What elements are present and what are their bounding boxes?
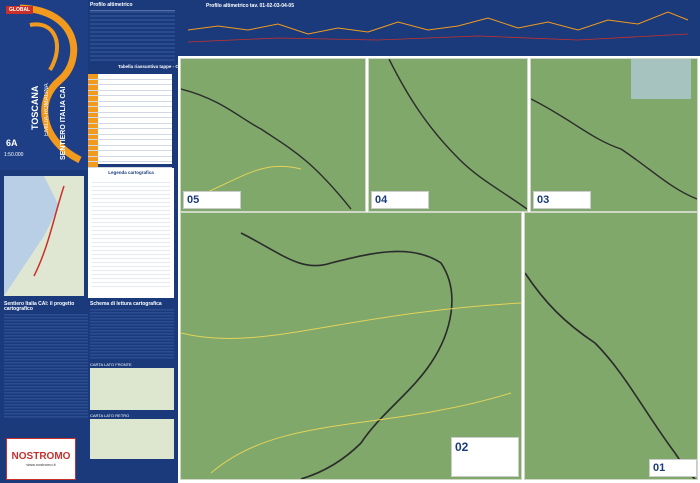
profile-panel-left: Profilo altimetrico [90, 3, 175, 63]
sheet-label-03: 03 [533, 191, 591, 209]
bottom-col1: Sentiero Italia CAI: il progetto cartogr… [4, 302, 88, 422]
keymap-back [90, 419, 174, 459]
legend-title: Legenda cartografica [108, 170, 154, 175]
cover-block: GLOBAL TOSCANA EMILIA-ROMAGNA SENTIERO I… [0, 0, 88, 170]
brand-badge: GLOBAL [6, 6, 34, 14]
reading-title: Schema di lettura cartografica [90, 301, 162, 307]
bottom-col2: Schema di lettura cartografica CARTA LAT… [90, 302, 174, 477]
cover-title: SENTIERO ITALIA CAI [60, 86, 67, 161]
cover-scale: 1:50.000 [4, 152, 24, 158]
map-number: 6A [6, 138, 18, 148]
profile-line [187, 11, 689, 43]
keymap-back-title: CARTA LATO RETRO [90, 413, 130, 418]
map-sheet-04: 04 [368, 58, 528, 212]
profile-title: Profilo altimetrico [90, 2, 133, 8]
elevation-profile: Profilo altimetrico tav. 01-02-03-04-05 [178, 0, 700, 56]
map-sheet-03: 03 [530, 58, 698, 212]
map-sheet-02: 02 [180, 212, 522, 480]
legend-panel: Legenda cartografica [88, 168, 174, 298]
overview-map [4, 176, 84, 296]
logo-subtext: www.nostromo.it [26, 462, 56, 467]
sheet-label-01: 01 [649, 459, 697, 477]
nostromo-logo: NOSTROMO www.nostromo.it [6, 438, 76, 480]
sheet-label-05: 05 [183, 191, 241, 209]
cover-region2: EMILIA-ROMAGNA [44, 83, 50, 136]
keymap-front-title: CARTA LATO FRONTE [90, 362, 132, 367]
keymap-front [90, 368, 174, 410]
stage-table [88, 74, 172, 173]
map-sheet-05: 05 [180, 58, 366, 212]
logo-text: NOSTROMO [11, 451, 71, 462]
sheet-label-02: 02 [451, 437, 519, 477]
map-sheet-01: 01 [524, 212, 698, 480]
sheet-label-04: 04 [371, 191, 429, 209]
cover-region: TOSCANA [30, 85, 40, 130]
project-title: Sentiero Italia CAI: il progetto cartogr… [4, 301, 75, 312]
